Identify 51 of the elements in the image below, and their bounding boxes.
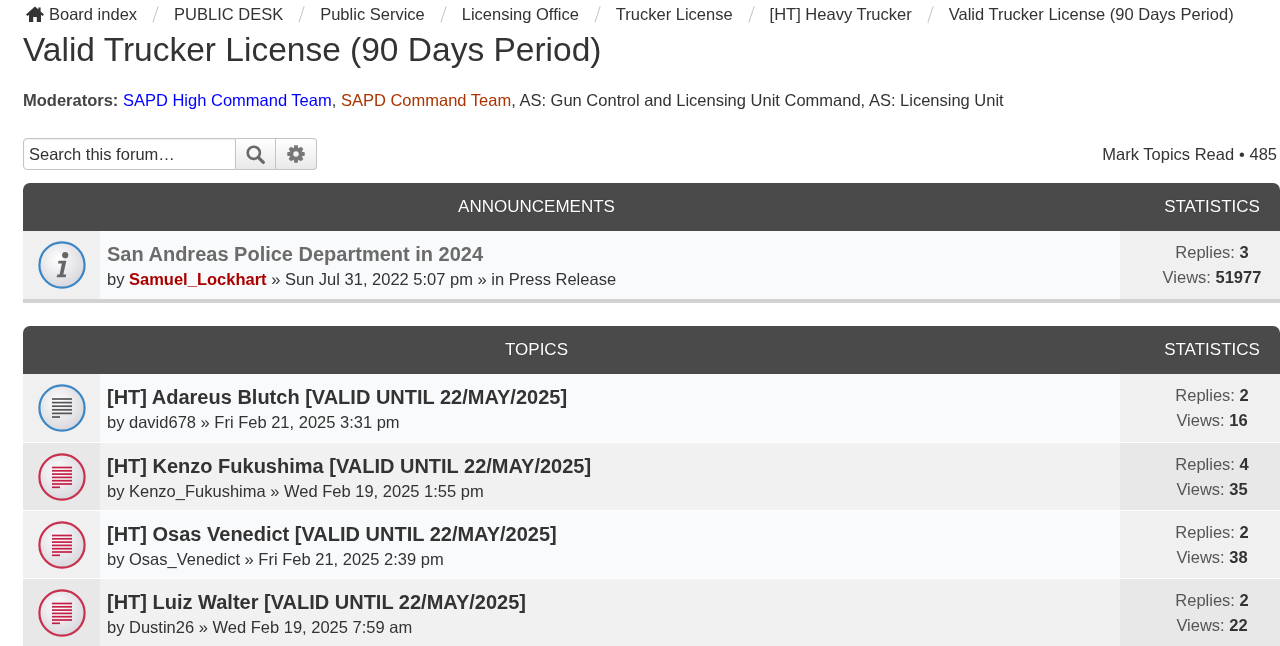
breadcrumb-link[interactable]: Trucker License — [615, 4, 733, 24]
author-link[interactable]: Dustin26 — [129, 618, 195, 636]
moderator-group-link[interactable]: SAPD High Command Team — [122, 91, 332, 109]
topic-byline: by david678 » Fri Feb 21, 2025 3:31 pm — [107, 412, 400, 433]
author-link[interactable]: david678 — [129, 413, 196, 431]
breadcrumb-link[interactable]: PUBLIC DESK — [174, 4, 284, 24]
replies-count: Replies: 2 — [1175, 385, 1249, 406]
topic-byline: by Dustin26 » Wed Feb 19, 2025 7:59 am — [107, 617, 413, 638]
topic-count: • 485 — [1239, 144, 1277, 164]
topic-byline: by Kenzo_Fukushima » Wed Feb 19, 2025 1:55 pm — [107, 481, 484, 502]
replies-count: Replies: 2 — [1175, 589, 1249, 611]
topic-title-link[interactable]: [HT] Kenzo Fukushima [VALID UNTIL 22/MAY/2025] — [107, 453, 592, 479]
advanced-search-button[interactable] — [276, 138, 317, 170]
section-heading: TOPICS — [505, 340, 568, 360]
statistics-heading: STATISTICS — [1164, 340, 1260, 360]
author-link[interactable]: Samuel_Lockhart — [129, 270, 267, 288]
topic-title-link[interactable]: [HT] Luiz Walter [VALID UNTIL 22/MAY/2025] — [107, 589, 526, 615]
author-link[interactable]: Kenzo_Fukushima — [129, 482, 266, 500]
author-link[interactable]: Osas_Venedict — [129, 550, 240, 568]
statistics-heading: STATISTICS — [1164, 197, 1260, 217]
forum-link[interactable]: Press Release — [508, 270, 617, 288]
views-count: Views: 51977 — [1162, 267, 1262, 288]
moderator-group-link[interactable]: SAPD Command Team — [340, 91, 512, 109]
breadcrumb-link[interactable]: Licensing Office — [461, 4, 579, 24]
views-count: Views: 22 — [1176, 614, 1248, 636]
topic-byline: by Osas_Venedict » Fri Feb 21, 2025 2:39 pm — [107, 549, 444, 570]
moderator-group-link[interactable]: AS: Licensing Unit — [868, 91, 1004, 109]
breadcrumb-link[interactable]: Board index — [26, 4, 138, 24]
mark-topics-read-link[interactable]: Mark Topics Read — [1102, 144, 1235, 164]
views-count: Views: 35 — [1176, 478, 1248, 500]
breadcrumb-link[interactable]: Public Service — [320, 4, 425, 24]
search-icon — [246, 144, 265, 164]
views-count: Views: 38 — [1176, 546, 1248, 568]
moderators-line: Moderators: SAPD High Command Team, SAPD Command Team, AS: Gun Control and Licensing Unit Command, AS: Licensing Unit — [23, 90, 1004, 111]
gear-icon — [287, 145, 305, 163]
breadcrumb-link[interactable]: [HT] Heavy Trucker — [769, 4, 912, 24]
topic-title-link[interactable]: San Andreas Police Department in 2024 — [107, 241, 484, 267]
search-field[interactable]: Search this forum… — [23, 138, 236, 170]
search-button[interactable] — [236, 138, 276, 170]
home-icon — [26, 6, 44, 22]
topic-title-link[interactable]: [HT] Osas Venedict [VALID UNTIL 22/MAY/2025] — [107, 521, 557, 547]
topic-byline: by Samuel_Lockhart » Sun Jul 31, 2022 5:07 pm » in Press Release — [107, 269, 617, 290]
replies-count: Replies: 2 — [1175, 521, 1249, 543]
replies-count: Replies: 3 — [1175, 242, 1249, 263]
forum-title: Valid Trucker License (90 Days Period) — [23, 30, 602, 70]
section-heading: ANNOUNCEMENTS — [458, 197, 615, 217]
breadcrumb-link[interactable]: Valid Trucker License (90 Days Period) — [948, 4, 1234, 24]
replies-count: Replies: 4 — [1175, 453, 1249, 475]
moderator-group-link[interactable]: AS: Gun Control and Licensing Unit Command — [519, 91, 861, 109]
views-count: Views: 16 — [1176, 410, 1248, 431]
topic-title-link[interactable]: [HT] Adareus Blutch [VALID UNTIL 22/MAY/2025] — [107, 384, 568, 410]
